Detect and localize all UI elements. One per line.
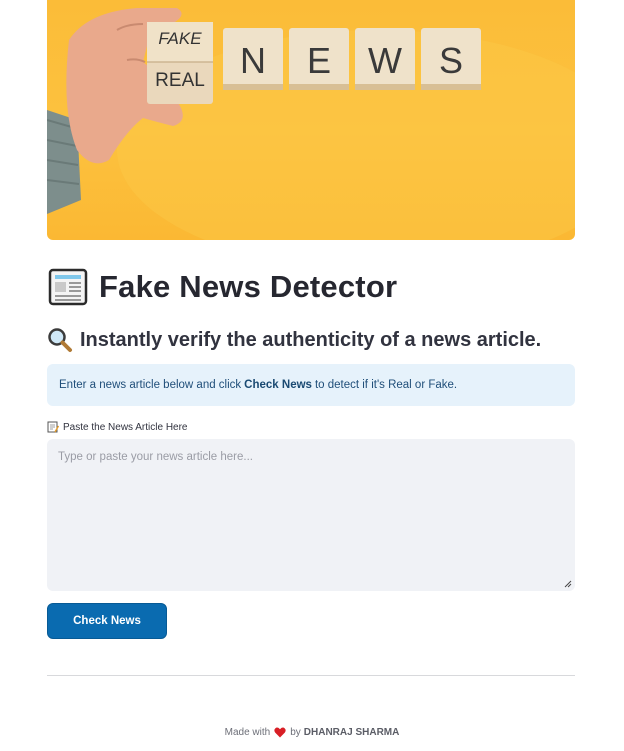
subtitle-text: Instantly verify the authenticity of a n… — [80, 328, 542, 351]
news-article-input[interactable]: Type or paste your news article here... — [47, 439, 575, 591]
page-title: Fake News Detector — [47, 262, 397, 312]
article-label-text: Paste the News Article Here — [63, 421, 188, 433]
cube-real-text: REAL — [155, 70, 205, 91]
cube-fake-text: FAKE — [158, 29, 202, 48]
cube-letter-w: W — [368, 40, 402, 81]
cube-letter-n: N — [240, 40, 266, 81]
article-placeholder: Type or paste your news article here... — [58, 451, 253, 463]
cube-letter-s: S — [439, 40, 463, 81]
magnifier-icon — [48, 328, 72, 352]
footer-by: by — [290, 726, 301, 738]
info-prefix: Enter a news article below and click — [59, 379, 242, 391]
heart-icon — [274, 726, 286, 737]
divider — [47, 675, 575, 676]
memo-icon — [47, 421, 59, 433]
footer-author: DHANRAJ SHARMA — [303, 726, 400, 738]
banner-image: FAKE REAL N E W S — [47, 0, 575, 240]
info-bold: Check News — [244, 379, 312, 391]
title-text: Fake News Detector — [99, 269, 398, 304]
newspaper-icon — [48, 268, 88, 306]
footer: Made with by DHANRAJ SHARMA — [0, 724, 624, 740]
info-message: Enter a news article below and click Che… — [47, 364, 575, 406]
footer-made-with: Made with — [224, 726, 271, 738]
fake-real-cube: FAKE REAL — [147, 22, 213, 104]
resize-handle-icon[interactable] — [564, 580, 572, 588]
page-subtitle: Instantly verify the authenticity of a n… — [47, 324, 541, 356]
article-label: Paste the News Article Here — [47, 420, 188, 434]
check-news-button[interactable]: Check News — [47, 603, 167, 639]
cube-letter-e: E — [307, 40, 331, 81]
info-suffix: to detect if it's Real or Fake. — [314, 379, 458, 391]
